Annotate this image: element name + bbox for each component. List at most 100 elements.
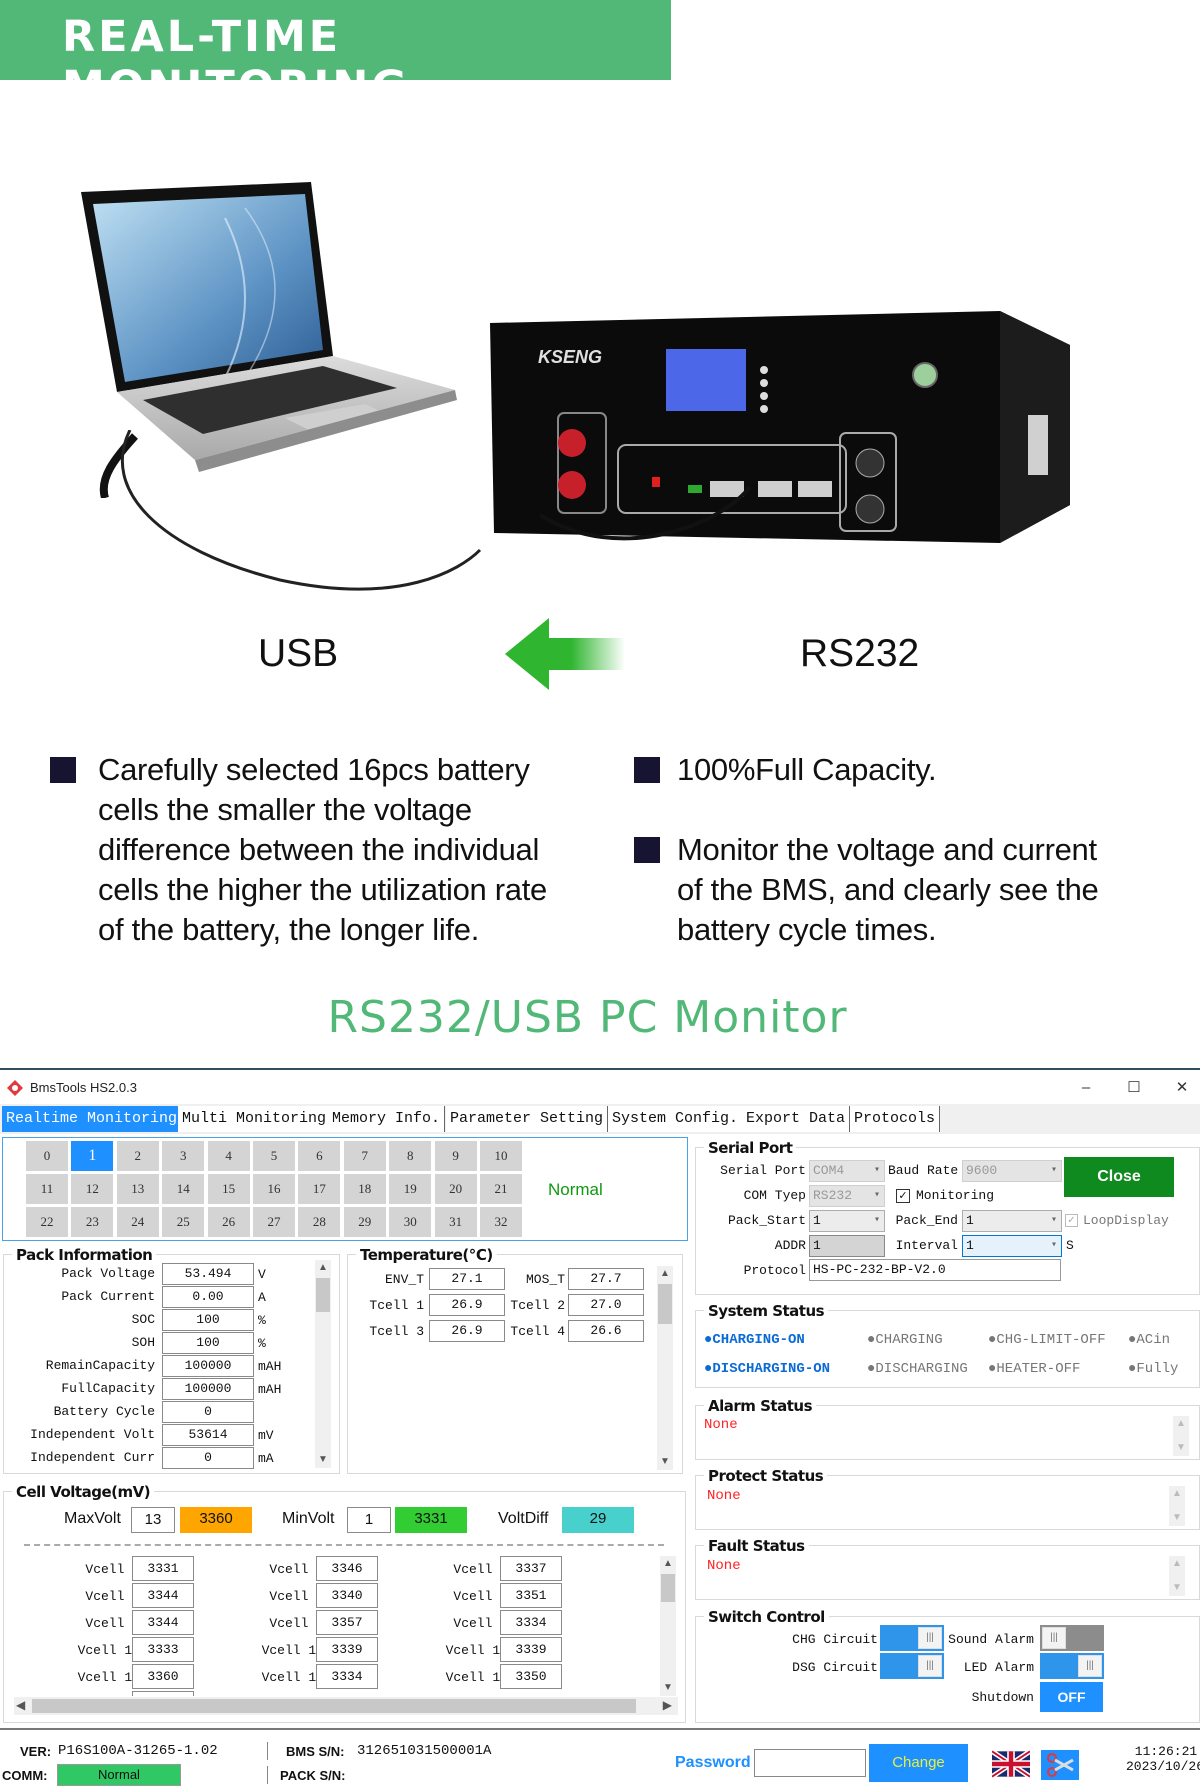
scroll-up-icon[interactable]: ▲ bbox=[1169, 1486, 1185, 1502]
clock-date: 2023/10/26 bbox=[1126, 1759, 1200, 1774]
bullet-left: Carefully selected 16pcs battery cells t… bbox=[98, 750, 547, 950]
scroll-up-icon[interactable]: ▲ bbox=[657, 1266, 673, 1282]
screenshot-tool-button[interactable] bbox=[1041, 1750, 1079, 1780]
tab-memory-info[interactable]: Memory Info. bbox=[328, 1106, 446, 1132]
pack-cell-button[interactable]: 4 bbox=[207, 1141, 250, 1171]
pack-cell-button[interactable]: 28 bbox=[298, 1207, 341, 1237]
scroll-up-icon[interactable]: ▲ bbox=[1169, 1556, 1185, 1572]
vcell-label: Vcell 15 bbox=[445, 1670, 508, 1685]
scroll-down-icon[interactable]: ▼ bbox=[315, 1452, 331, 1468]
baud-rate-select[interactable]: 9600 ▾ bbox=[962, 1160, 1062, 1182]
scroll-thumb[interactable] bbox=[661, 1574, 675, 1602]
cell-voltage-scrollbar[interactable]: ▲ ▼ bbox=[660, 1556, 676, 1696]
tab-parameter-setting[interactable]: Parameter Setting bbox=[446, 1106, 609, 1132]
scroll-thumb[interactable] bbox=[32, 1699, 636, 1713]
tab-protocols[interactable]: Protocols bbox=[850, 1106, 941, 1132]
pack-cell-button[interactable]: 6 bbox=[298, 1141, 341, 1171]
pack-cell-button[interactable]: 5 bbox=[253, 1141, 295, 1171]
uk-flag-icon[interactable] bbox=[992, 1750, 1030, 1778]
scroll-down-icon[interactable]: ▼ bbox=[1169, 1510, 1185, 1526]
pack-cell-button[interactable]: 27 bbox=[253, 1207, 295, 1237]
vcell-value: 3334 bbox=[500, 1610, 562, 1635]
pack-cell-button[interactable]: 17 bbox=[298, 1174, 341, 1204]
scroll-up-icon[interactable]: ▲ bbox=[1173, 1416, 1189, 1432]
pack-cell-button[interactable]: 7 bbox=[343, 1141, 386, 1171]
tab-realtime-monitoring[interactable]: Realtime Monitoring bbox=[2, 1106, 183, 1132]
scroll-down-icon[interactable]: ▼ bbox=[1169, 1580, 1185, 1596]
scroll-left-icon[interactable]: ◀ bbox=[16, 1698, 25, 1712]
scroll-down-icon[interactable]: ▼ bbox=[660, 1680, 676, 1696]
fault-scrollbar[interactable]: ▲ ▼ bbox=[1169, 1556, 1185, 1596]
protect-scrollbar[interactable]: ▲ ▼ bbox=[1169, 1486, 1185, 1526]
pack-cell-button[interactable]: 14 bbox=[162, 1174, 205, 1204]
pack-cell-button[interactable]: 21 bbox=[480, 1174, 522, 1204]
scroll-down-icon[interactable]: ▼ bbox=[657, 1454, 673, 1470]
pack-info-value: 0.00 bbox=[162, 1286, 254, 1308]
interval-value: 1 bbox=[966, 1238, 974, 1253]
password-input[interactable] bbox=[754, 1749, 866, 1777]
interval-select[interactable]: 1 ▾ bbox=[962, 1235, 1062, 1257]
pack-cell-button[interactable]: 12 bbox=[71, 1174, 114, 1204]
pack-cell-button[interactable]: 31 bbox=[434, 1207, 477, 1237]
vcell-value: 3350 bbox=[500, 1664, 562, 1689]
addr-input[interactable]: 1 bbox=[809, 1235, 885, 1257]
temperature-scrollbar[interactable]: ▲ ▼ bbox=[657, 1266, 673, 1470]
pack-info-scrollbar[interactable]: ▲ ▼ bbox=[315, 1260, 331, 1468]
pack-cell-button[interactable]: 25 bbox=[162, 1207, 205, 1237]
minimize-button[interactable]: – bbox=[1064, 1076, 1108, 1100]
sound-alarm-toggle[interactable]: ||| bbox=[1040, 1625, 1104, 1651]
pack-cell-button[interactable]: 8 bbox=[389, 1141, 432, 1171]
pack-cell-button[interactable]: 26 bbox=[207, 1207, 250, 1237]
cell-voltage-hscrollbar[interactable]: ◀ ▶ bbox=[14, 1697, 678, 1715]
scroll-up-icon[interactable]: ▲ bbox=[660, 1556, 676, 1572]
scroll-thumb[interactable] bbox=[658, 1284, 672, 1324]
tab-system-config[interactable]: System Config. bbox=[608, 1106, 744, 1132]
dsg-circuit-toggle[interactable]: ||| bbox=[880, 1653, 944, 1679]
pack-cell-button[interactable]: 24 bbox=[116, 1207, 159, 1237]
pack-cell-button[interactable]: 18 bbox=[343, 1174, 386, 1204]
scroll-thumb[interactable] bbox=[316, 1278, 330, 1312]
pack-cell-button[interactable]: 19 bbox=[389, 1174, 432, 1204]
pack-cell-button[interactable]: 13 bbox=[116, 1174, 159, 1204]
protocol-field[interactable]: HS-PC-232-BP-V2.0 bbox=[809, 1259, 1061, 1281]
pack-cell-button[interactable]: 30 bbox=[389, 1207, 432, 1237]
pack-info-value: 100000 bbox=[162, 1355, 254, 1377]
bullet-line: 100%Full Capacity. bbox=[677, 752, 937, 787]
serial-port-select[interactable]: COM4 ▾ bbox=[809, 1160, 885, 1182]
pack-cell-button[interactable]: 3 bbox=[162, 1141, 205, 1171]
pack-cell-button[interactable]: 2 bbox=[116, 1141, 159, 1171]
shutdown-button[interactable]: OFF bbox=[1040, 1682, 1103, 1712]
change-password-button[interactable]: Change bbox=[869, 1744, 968, 1782]
pack-cell-button[interactable]: 32 bbox=[480, 1207, 522, 1237]
scroll-right-icon[interactable]: ▶ bbox=[663, 1698, 672, 1712]
pack-end-select[interactable]: 1 ▾ bbox=[962, 1210, 1062, 1232]
monitoring-checkbox[interactable]: ✓ bbox=[896, 1189, 910, 1203]
pack-cell-button[interactable]: 20 bbox=[434, 1174, 477, 1204]
alarm-status-group: Alarm Status bbox=[695, 1397, 1200, 1460]
alarm-scrollbar[interactable]: ▲ ▼ bbox=[1173, 1416, 1189, 1456]
pack-cell-button[interactable]: 10 bbox=[480, 1141, 522, 1171]
tab-export-data[interactable]: Export Data bbox=[742, 1106, 851, 1132]
pack-cell-button[interactable]: 22 bbox=[26, 1207, 68, 1237]
pack-start-select[interactable]: 1 ▾ bbox=[809, 1210, 885, 1232]
pack-cell-button[interactable]: 0 bbox=[26, 1141, 68, 1171]
com-type-select[interactable]: RS232 ▾ bbox=[809, 1185, 885, 1207]
pack-cell-button[interactable]: 1 bbox=[71, 1141, 114, 1171]
maximize-button[interactable]: ☐ bbox=[1112, 1076, 1156, 1100]
scroll-up-icon[interactable]: ▲ bbox=[315, 1260, 331, 1276]
scroll-down-icon[interactable]: ▼ bbox=[1173, 1440, 1189, 1456]
close-port-button[interactable]: Close bbox=[1064, 1157, 1174, 1197]
loop-display-checkbox[interactable]: ✓ bbox=[1065, 1214, 1078, 1227]
pack-cell-button[interactable]: 29 bbox=[343, 1207, 386, 1237]
led-alarm-toggle[interactable]: ||| bbox=[1040, 1653, 1104, 1679]
chg-circuit-toggle[interactable]: ||| bbox=[880, 1625, 944, 1651]
close-window-button[interactable]: ✕ bbox=[1160, 1076, 1200, 1100]
pack-cell-button[interactable]: 11 bbox=[26, 1174, 68, 1204]
chevron-down-icon: ▾ bbox=[1050, 1240, 1057, 1251]
pack-cell-button[interactable]: 15 bbox=[207, 1174, 250, 1204]
pack-cell-button[interactable]: 9 bbox=[434, 1141, 477, 1171]
pack-cell-button[interactable]: 23 bbox=[71, 1207, 114, 1237]
tab-multi-monitoring[interactable]: Multi Monitoring bbox=[178, 1106, 332, 1132]
window-title: BmsTools HS2.0.3 bbox=[30, 1080, 137, 1095]
pack-cell-button[interactable]: 16 bbox=[253, 1174, 295, 1204]
